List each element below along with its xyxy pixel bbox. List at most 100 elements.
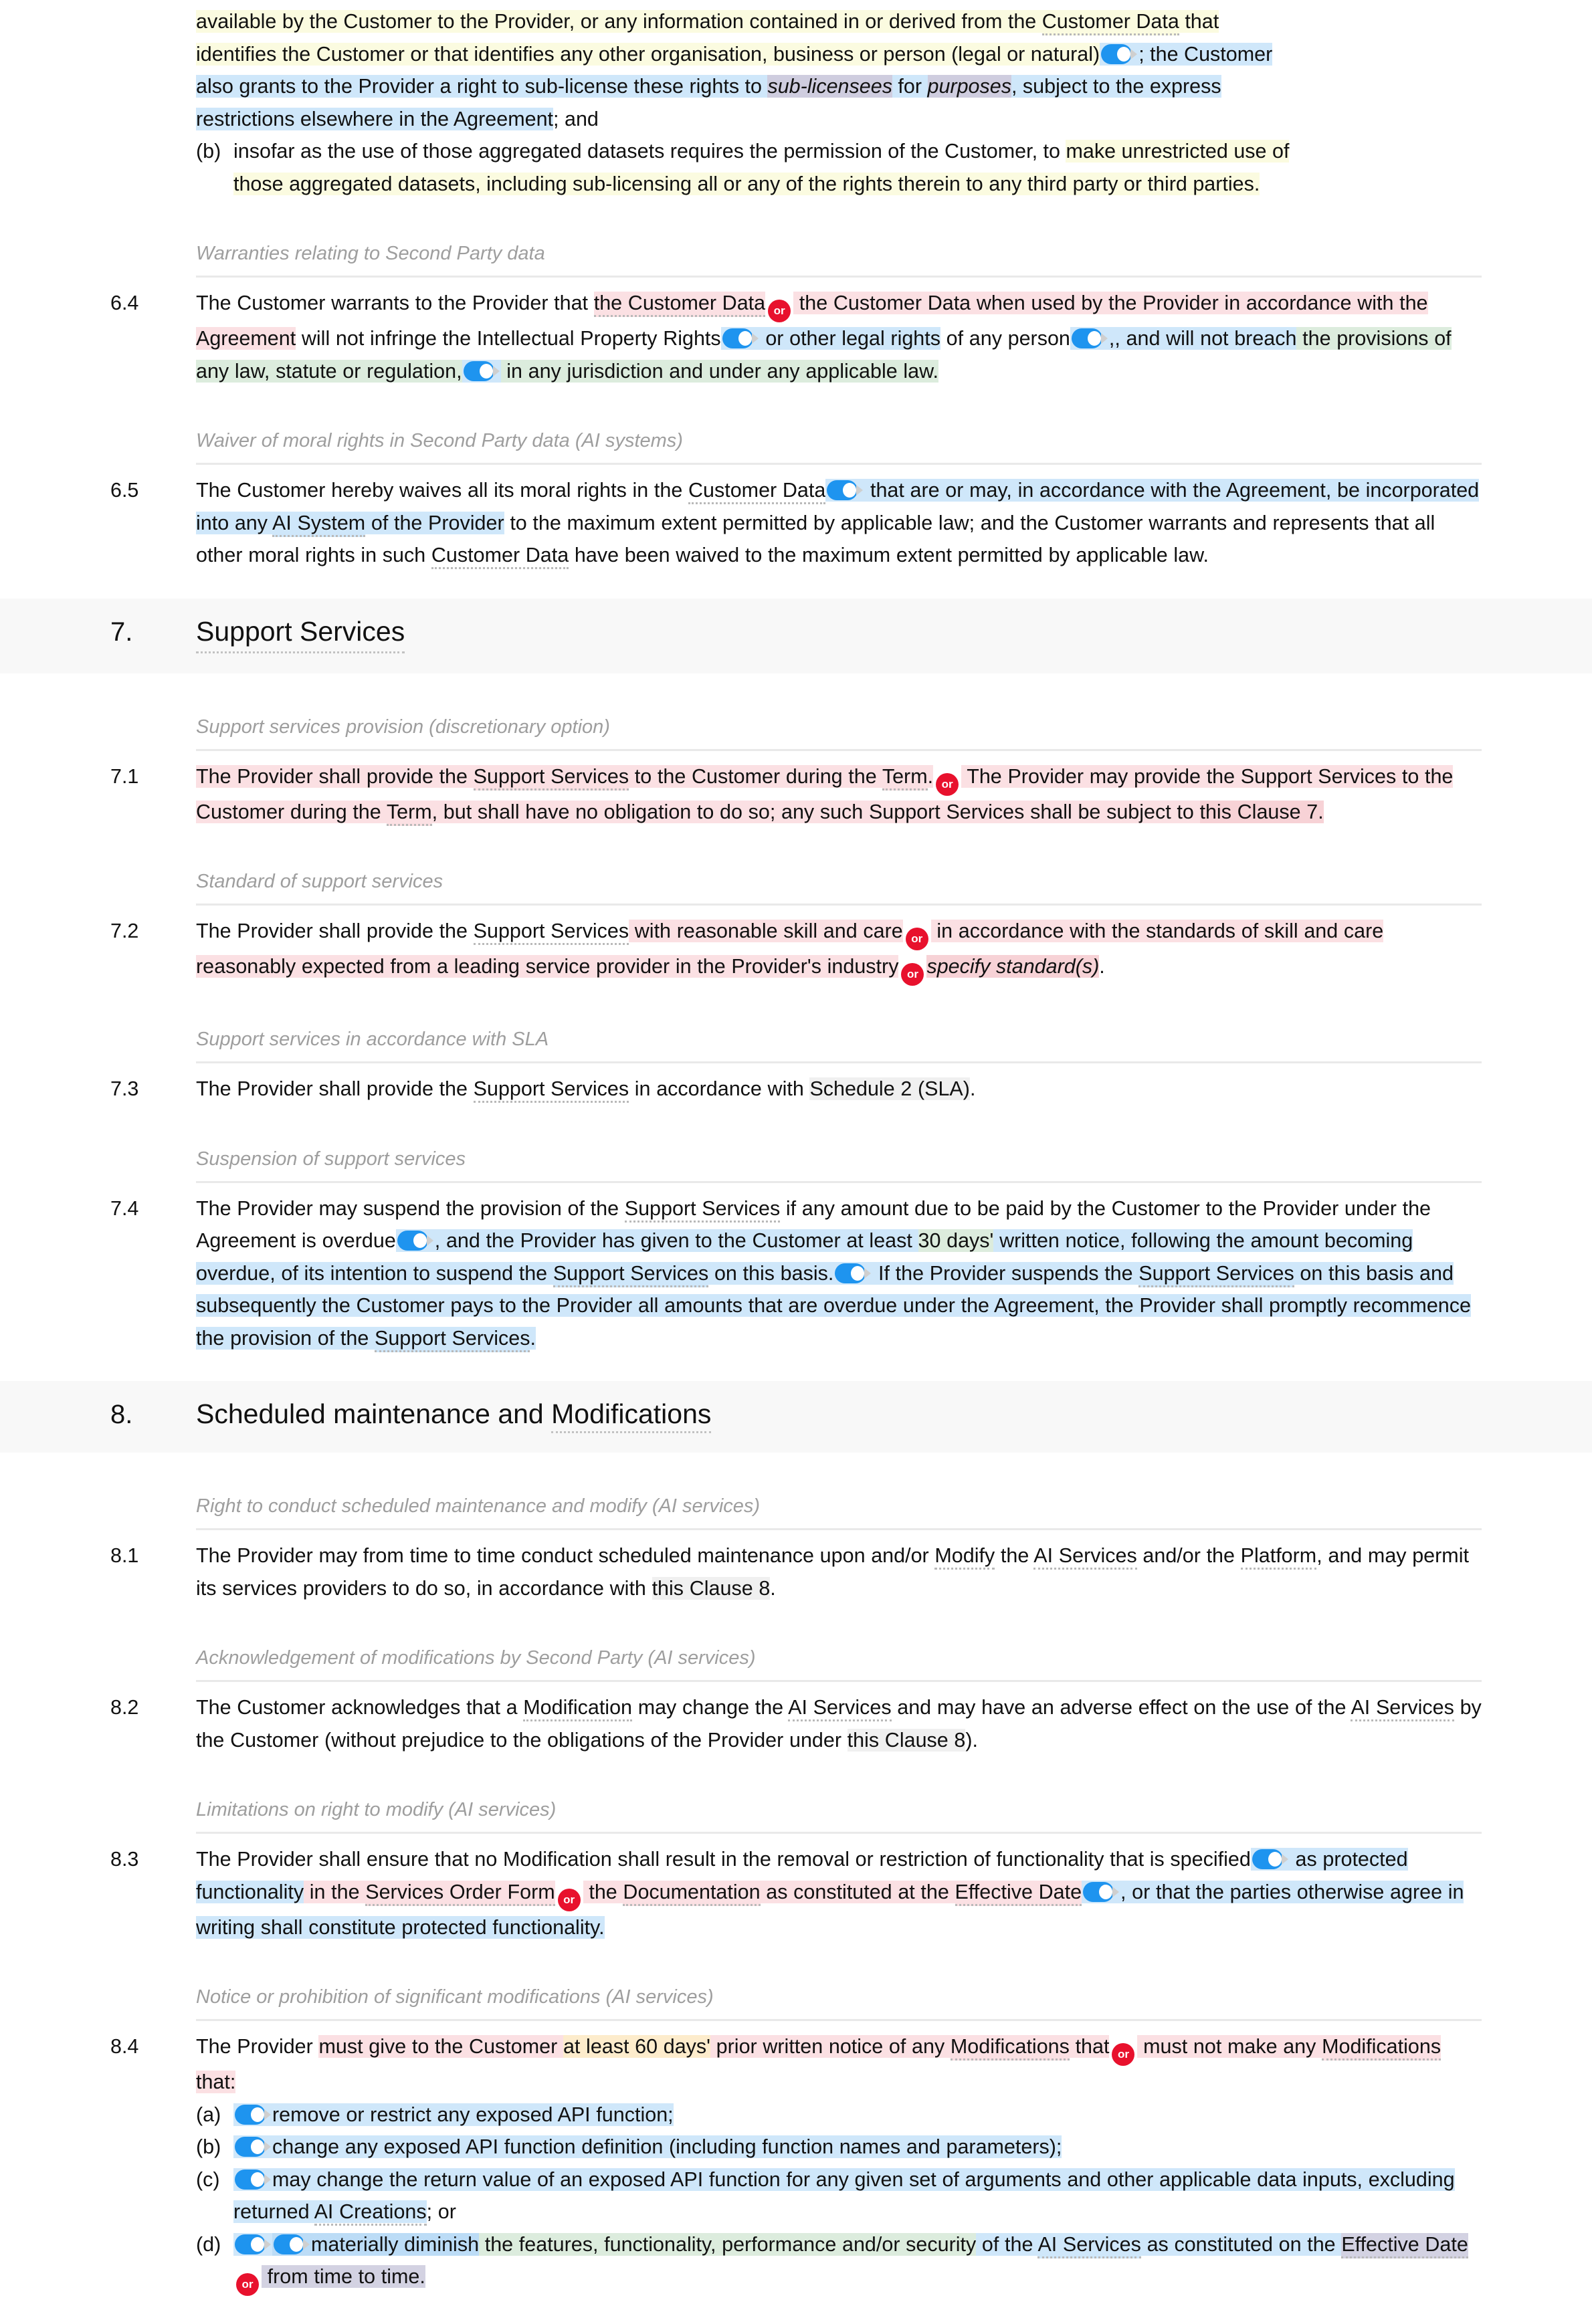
clause-number: 7.1 xyxy=(110,764,139,788)
c81-t1: The Provider may from time to time condu… xyxy=(196,1544,935,1567)
top-line-4a: restrictions elsewhere in the Agreement xyxy=(196,107,554,130)
c74-t3: , and the Provider has given to the Cust… xyxy=(434,1229,918,1252)
term-support-services: Support Services xyxy=(473,920,629,945)
clause-label-7-3: Support services in accordance with SLA xyxy=(0,1026,1592,1063)
term-support-services: Support Services xyxy=(473,764,629,790)
cross-reference-schedule-2[interactable]: Schedule 2 (SLA) xyxy=(809,1077,970,1100)
item-d-text-c: of the xyxy=(976,2232,1038,2256)
term-support-services: Support Services xyxy=(1138,1261,1294,1287)
item-a-text: remove or restrict any exposed API funct… xyxy=(272,2103,674,2126)
c74-t7: If the Provider suspends the xyxy=(872,1261,1139,1285)
c71-t2: to the Customer during the xyxy=(629,764,882,788)
c65-t1: The Customer hereby waives all its moral… xyxy=(196,479,688,502)
or-alternative-badge[interactable]: or xyxy=(236,2273,259,2296)
clause-8-3: 8.3 The Provider shall ensure that no Mo… xyxy=(0,1843,1592,1943)
c84-t1: The Provider xyxy=(196,2035,319,2058)
clause-number: 7.2 xyxy=(110,920,139,942)
term-ai-creations: AI Creations xyxy=(314,2200,427,2226)
label-text: Warranties relating to Second Party data xyxy=(196,243,545,264)
clause-label-7-1: Support services provision (discretionar… xyxy=(0,714,1592,751)
item-b-text-a: insofar as the use of those aggregated d… xyxy=(233,140,1066,163)
or-alternative-badge[interactable]: or xyxy=(905,928,928,950)
list-item-a: (a) remove or restrict any exposed API f… xyxy=(196,2099,1482,2131)
term-support-services: Support Services xyxy=(375,1326,530,1352)
toggle-wrap-7 xyxy=(833,1261,873,1285)
term-support-services: Support Services xyxy=(553,1261,709,1287)
c64-t6: of any person xyxy=(940,327,1070,350)
term-modify: Modify xyxy=(934,1544,995,1570)
term-ai-services: AI Services xyxy=(1033,1544,1137,1570)
toggle-switch-on-icon[interactable] xyxy=(235,2104,271,2125)
top-line-1b: that xyxy=(1179,10,1219,33)
label-text: Standard of support services xyxy=(196,871,443,892)
toggle-switch-on-icon[interactable] xyxy=(274,2234,310,2254)
or-alternative-badge[interactable]: or xyxy=(936,772,959,796)
toggle-wrap-8 xyxy=(1250,1848,1290,1871)
clause-8-1: 8.1 The Provider may from time to time c… xyxy=(0,1540,1592,1604)
toggle-switch-on-icon[interactable] xyxy=(827,480,864,500)
term-services-order-form: Services Order Form xyxy=(365,1880,555,1906)
cross-reference-clause-8[interactable]: this Clause 8 xyxy=(847,1728,966,1752)
list-item-b: (b) change any exposed API function defi… xyxy=(196,2131,1482,2163)
term-term: Term xyxy=(386,800,432,826)
toggle-switch-on-icon[interactable] xyxy=(397,1231,433,1251)
clause-label-8-2: Acknowledgement of modifications by Seco… xyxy=(0,1645,1592,1682)
toggle-switch-on-icon[interactable] xyxy=(1071,328,1108,348)
top-line-2a: identifies the Customer or that identifi… xyxy=(196,42,1100,66)
term-effective-date: Effective Date xyxy=(955,1880,1082,1906)
c71-t1: The Provider shall provide the xyxy=(196,764,474,788)
c72-t1: The Provider shall provide the xyxy=(196,920,474,942)
section-title: Support Services xyxy=(196,613,405,653)
top-line-3a: also grants to the Provider a right to s… xyxy=(196,75,768,98)
c64-t9: in any jurisdiction and under any applic… xyxy=(500,359,938,383)
c84-t5: that xyxy=(1069,2035,1110,2058)
clause-label-8-1: Right to conduct scheduled maintenance a… xyxy=(0,1493,1592,1530)
c74-t9: . xyxy=(530,1326,536,1350)
term-term: Term xyxy=(882,764,928,790)
item-c-content: may change the return value of an expose… xyxy=(233,2168,1455,2226)
term-customer-data: Customer Data xyxy=(1041,10,1179,35)
toggle-switch-on-icon[interactable] xyxy=(1083,1881,1120,1902)
c72-t2: with reasonable skill and care xyxy=(629,920,903,942)
c65-t5: have been waived to the maximum extent p… xyxy=(569,544,1209,566)
or-alternative-badge[interactable]: or xyxy=(557,1888,581,1911)
document-page: available by the Customer to the Provide… xyxy=(0,0,1592,2324)
or-alternative-badge[interactable]: or xyxy=(768,300,791,322)
list-letter: (d) xyxy=(196,2232,221,2256)
toggle-switch-on-icon[interactable] xyxy=(1101,43,1138,64)
or-alternative-badge[interactable]: or xyxy=(901,963,924,986)
top-line-1a: available by the Customer to the Provide… xyxy=(196,10,1042,33)
clause-label-8-4: Notice or prohibition of significant mod… xyxy=(0,1984,1592,2021)
cross-reference-clause-7[interactable]: this Clause 7 xyxy=(1199,800,1318,823)
cross-reference-clause-8[interactable]: this Clause 8 xyxy=(652,1576,771,1600)
toggle-switch-on-icon[interactable] xyxy=(235,2234,271,2254)
section-number: 7. xyxy=(110,617,133,647)
toggle-switch-on-icon[interactable] xyxy=(235,2137,271,2157)
term-ai-services: AI Services xyxy=(788,1696,892,1721)
toggle-switch-on-icon[interactable] xyxy=(463,360,500,381)
c84-t4: prior written notice of any xyxy=(710,2035,951,2058)
toggle-switch-on-icon[interactable] xyxy=(835,1263,872,1283)
item-b-text-b: those aggregated datasets, including sub… xyxy=(233,172,1260,195)
term-support-services: Support Services xyxy=(473,1077,629,1103)
term-documentation: Documentation xyxy=(623,1880,761,1906)
c81-t3: and/or the xyxy=(1136,1544,1241,1567)
c73-t2: in accordance with xyxy=(629,1077,810,1100)
clause-8-2: 8.2 The Customer acknowledges that a Mod… xyxy=(0,1691,1592,1756)
item-a-content: remove or restrict any exposed API funct… xyxy=(233,2103,674,2126)
duration-30-days: 30 days' xyxy=(918,1229,994,1252)
toggle-switch-on-icon[interactable] xyxy=(1252,1849,1288,1869)
toggle-wrap-2 xyxy=(720,327,760,350)
label-text: Waiver of moral rights in Second Party d… xyxy=(196,430,683,451)
term-platform: Platform xyxy=(1240,1544,1317,1570)
c83-t5: as constituted at the xyxy=(760,1880,955,1903)
toggle-switch-on-icon[interactable] xyxy=(235,2169,271,2190)
toggle-switch-on-icon[interactable] xyxy=(722,328,759,348)
duration-60-days: at least 60 days' xyxy=(563,2035,710,2058)
toggle-wrap-4 xyxy=(462,359,501,383)
or-alternative-badge[interactable]: or xyxy=(1112,2043,1135,2066)
item-b-text: change any exposed API function definiti… xyxy=(272,2135,1062,2158)
c71-t5: , but shall have no obligation to do so;… xyxy=(431,800,1200,823)
clause-number: 8.3 xyxy=(110,1848,139,1871)
section-title-term: Modifications xyxy=(551,1398,712,1433)
